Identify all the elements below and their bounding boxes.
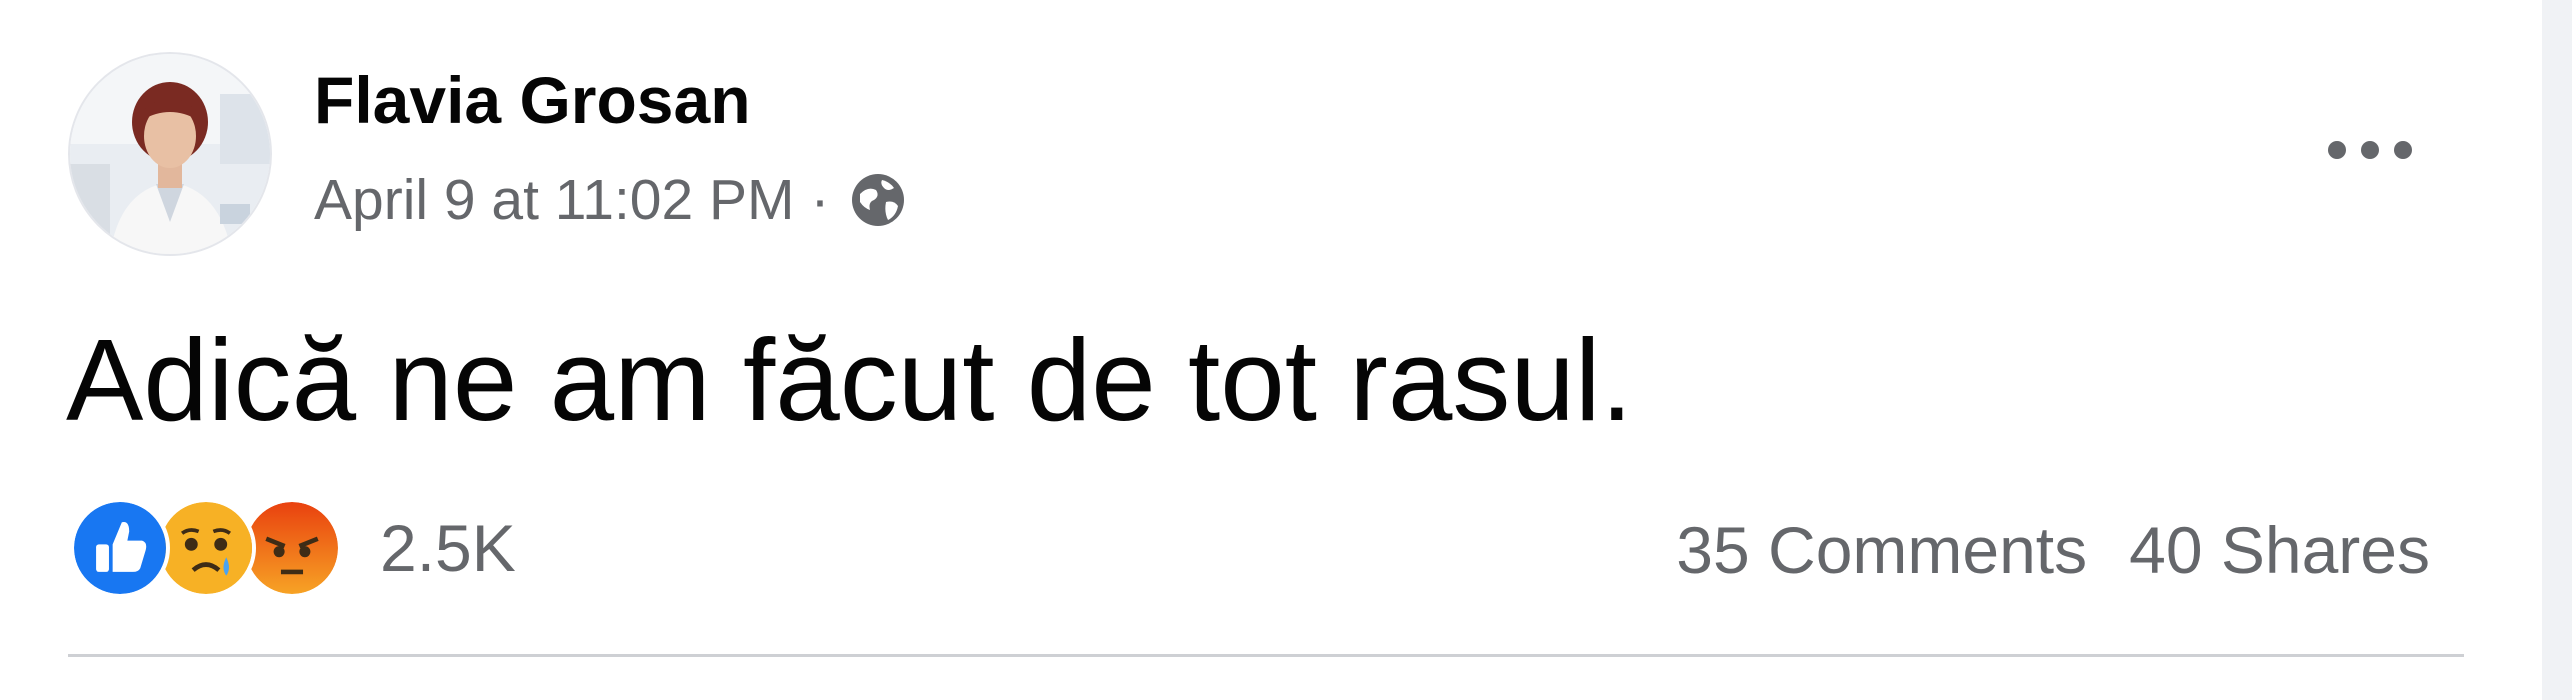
- author-name[interactable]: Flavia Grosan: [314, 60, 751, 140]
- meta-separator: ·: [810, 168, 830, 232]
- post-card: Flavia Grosan April 9 at 11:02 PM · Adic…: [0, 0, 2542, 700]
- reactions-summary[interactable]: 2.5K: [70, 496, 516, 600]
- author-avatar[interactable]: [68, 52, 272, 256]
- more-options-button[interactable]: [2310, 110, 2430, 190]
- engagement-stats: 35 Comments 40 Shares: [1676, 500, 2430, 600]
- sad-icon: [156, 498, 256, 598]
- angry-icon: [242, 498, 342, 598]
- post-timestamp[interactable]: April 9 at 11:02 PM: [314, 167, 795, 233]
- post-meta: April 9 at 11:02 PM ·: [314, 160, 910, 240]
- like-icon: [70, 498, 170, 598]
- shares-count-link[interactable]: 40 Shares: [2129, 512, 2430, 588]
- reaction-count: 2.5K: [380, 511, 516, 585]
- comments-count-link[interactable]: 35 Comments: [1676, 512, 2087, 588]
- globe-icon[interactable]: [846, 168, 910, 232]
- more-horizontal-icon: [2328, 141, 2412, 159]
- post-body-text: Adică ne am făcut de tot rasul.: [66, 315, 1633, 445]
- divider: [68, 654, 2464, 657]
